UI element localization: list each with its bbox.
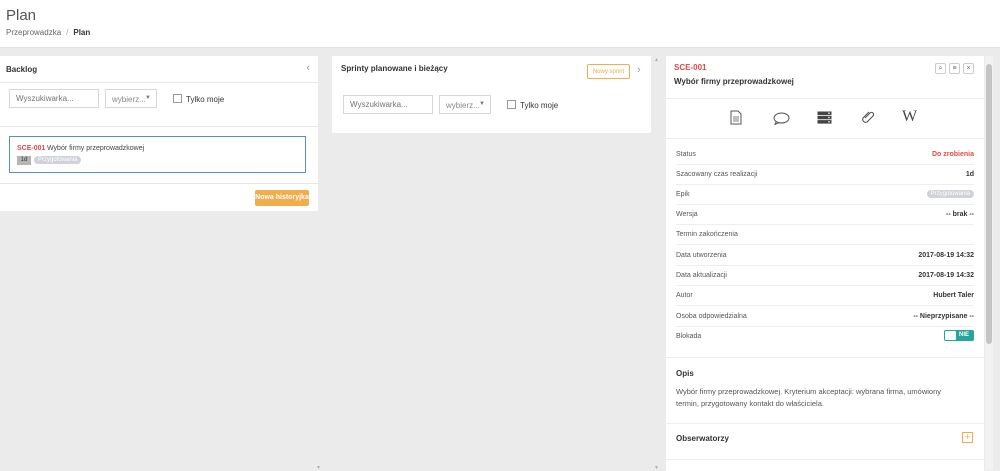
page-title: Plan xyxy=(6,7,37,24)
field-label: Szacowany czas realizacji xyxy=(676,171,758,178)
sprints-filter-value: wybierz... xyxy=(446,101,480,110)
collapse-chevron-icon[interactable]: ‹ xyxy=(306,62,310,74)
tab-server[interactable] xyxy=(817,111,833,125)
paperclip-icon xyxy=(862,111,875,123)
close-icon[interactable]: × xyxy=(963,63,974,74)
field-epic[interactable]: Epik Przygotowania xyxy=(676,185,974,205)
watchers-title: Obserwatorzy xyxy=(676,434,729,443)
breadcrumb-separator: / xyxy=(66,28,69,37)
divider xyxy=(666,98,984,99)
divider xyxy=(0,126,318,127)
detail-title: Wybór firmy przeprowadzkowej xyxy=(674,77,794,86)
field-label: Epik xyxy=(676,191,690,198)
field-due-date[interactable]: Termin zakończenia xyxy=(676,225,974,245)
description-title: Opis xyxy=(676,369,694,378)
field-value: Hubert Taler xyxy=(933,292,974,299)
field-blocked: Blokada NIE xyxy=(676,327,974,347)
toggle-label: NIE xyxy=(959,332,970,338)
breadcrumb-current: Plan xyxy=(73,28,91,37)
menu-icon[interactable]: ≡ xyxy=(949,63,960,74)
tab-document[interactable] xyxy=(730,110,744,127)
scroll-down-icon[interactable]: ▼ xyxy=(654,465,659,471)
breadcrumb: Przeprowadzka / Plan xyxy=(6,28,90,37)
detail-scrollbar[interactable] xyxy=(985,56,993,470)
card-epic-badge: Przygotowania xyxy=(34,156,82,164)
backlog-only-mine-label: Tylko moje xyxy=(186,95,225,104)
document-icon xyxy=(730,110,742,125)
comment-icon xyxy=(773,112,790,126)
field-label: Wersja xyxy=(676,211,698,218)
detail-code: SCE-001 xyxy=(674,63,707,72)
plus-icon: + xyxy=(964,432,971,442)
field-created: Data utworzenia 2017-08-19 14:32 xyxy=(676,246,974,266)
sprints-only-mine-checkbox[interactable] xyxy=(507,100,516,109)
divider xyxy=(666,423,984,424)
backlog-panel: Backlog ‹ xyxy=(0,56,318,211)
scroll-down-icon[interactable]: ▼ xyxy=(316,465,321,471)
field-value: 1d xyxy=(965,171,974,178)
field-label: Autor xyxy=(676,292,693,299)
card-estimate-badge: 1d xyxy=(17,156,31,165)
description-text: Wybór firmy przeprowadzkowej. Kryterium … xyxy=(676,387,942,408)
status-value: Do zrobienia xyxy=(931,151,974,158)
field-label: Blokada xyxy=(676,333,702,340)
wiki-icon: W xyxy=(902,108,918,125)
server-icon xyxy=(817,111,832,124)
sprints-search-input[interactable] xyxy=(343,95,433,114)
field-label: Termin zakończenia xyxy=(676,231,738,238)
backlog-header: Backlog ‹ xyxy=(0,56,318,83)
field-value: -- Nieprzypisane -- xyxy=(913,313,974,320)
tab-comments[interactable] xyxy=(773,112,791,126)
scroll-up-icon[interactable]: ▲ xyxy=(654,57,659,63)
divider xyxy=(666,459,984,460)
expand-chevron-icon[interactable]: › xyxy=(637,64,641,76)
breadcrumb-parent-link[interactable]: Przeprowadzka xyxy=(6,28,61,37)
backlog-title: Backlog xyxy=(6,65,38,74)
field-label: Data utworzenia xyxy=(676,252,727,259)
blocked-toggle[interactable]: NIE xyxy=(944,330,974,341)
field-author: Autor Hubert Taler xyxy=(676,286,974,306)
backlog-filter-value: wybierz... xyxy=(112,95,146,104)
new-story-button[interactable]: Nowa historyjka xyxy=(255,190,309,206)
field-assignee[interactable]: Osoba odpowiedzialna -- Nieprzypisane -- xyxy=(676,307,974,327)
scrollbar-thumb[interactable] xyxy=(986,64,992,344)
card-title: Wybór firmy przeprowadzkowej xyxy=(47,145,145,152)
field-label: Data aktualizacji xyxy=(676,272,727,279)
chevron-down-icon: ▼ xyxy=(145,95,151,101)
field-value: -- brak -- xyxy=(946,211,974,218)
card-code: SCE-001 xyxy=(17,145,46,152)
top-bar: Plan Przeprowadzka / Plan xyxy=(0,0,1000,48)
field-value: 2017-08-19 14:32 xyxy=(918,272,974,279)
add-watcher-button[interactable]: + xyxy=(962,432,973,443)
tab-attachments[interactable] xyxy=(862,110,876,126)
toggle-knob xyxy=(945,331,956,340)
divider xyxy=(666,138,984,139)
field-label: Status xyxy=(676,151,696,158)
backlog-card[interactable]: SCE-001 Wybór firmy przeprowadzkowej 1d … xyxy=(9,136,306,173)
backlog-only-mine-checkbox[interactable] xyxy=(173,94,182,103)
divider xyxy=(666,357,984,358)
backlog-filter-select[interactable]: wybierz... ▼ xyxy=(105,89,157,108)
sprints-only-mine-label: Tylko moje xyxy=(520,101,559,110)
search-icon[interactable]: ⌕ xyxy=(935,63,946,74)
epic-badge: Przygotowania xyxy=(926,190,974,198)
field-version[interactable]: Wersja -- brak -- xyxy=(676,205,974,225)
tab-wiki[interactable]: W xyxy=(902,108,924,126)
sprints-title: Sprinty planowane i bieżący xyxy=(341,64,448,73)
field-estimate[interactable]: Szacowany czas realizacji 1d xyxy=(676,165,974,185)
field-value: 2017-08-19 14:32 xyxy=(918,252,974,259)
field-label: Osoba odpowiedzialna xyxy=(676,313,747,320)
sprints-filter-select[interactable]: wybierz... ▼ xyxy=(439,95,491,114)
divider xyxy=(0,183,318,184)
chevron-down-icon: ▼ xyxy=(479,101,485,107)
field-updated: Data aktualizacji 2017-08-19 14:32 xyxy=(676,266,974,286)
new-sprint-button[interactable]: Nowy sprint xyxy=(587,64,630,79)
field-status[interactable]: Status Do zrobienia xyxy=(676,145,974,165)
backlog-search-input[interactable] xyxy=(9,89,99,108)
